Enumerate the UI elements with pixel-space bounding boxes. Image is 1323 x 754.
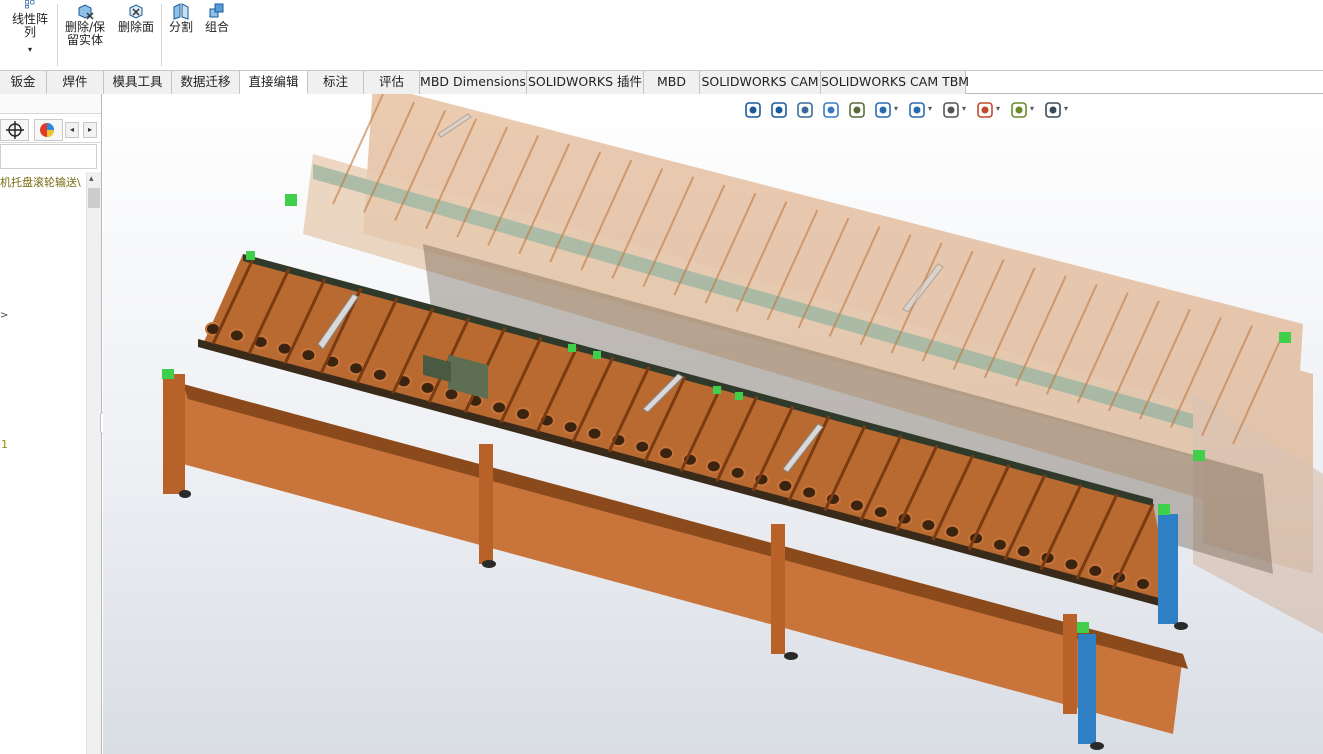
tab-direct-editing[interactable]: 直接编辑 xyxy=(240,71,308,94)
roller xyxy=(729,465,746,480)
appearance-icon xyxy=(40,123,54,137)
combine-button[interactable]: 组合 xyxy=(201,2,233,34)
roller xyxy=(491,400,508,415)
delete-keep-body-label: 删除/保 留实体 xyxy=(64,20,106,47)
linear-pattern-label: 线性阵 列 xyxy=(11,12,48,39)
combine-icon xyxy=(209,3,224,18)
section-view-icon[interactable] xyxy=(821,100,841,120)
dynamic-annotation-icon[interactable] xyxy=(847,100,867,120)
chevron-down-icon[interactable]: ▾ xyxy=(894,104,898,113)
tab-mbd-dimensions[interactable]: MBD Dimensions xyxy=(420,71,527,94)
chevron-down-icon[interactable]: ▾ xyxy=(996,104,1000,113)
zoom-to-fit-icon[interactable] xyxy=(743,100,763,120)
roller xyxy=(991,537,1008,552)
command-ribbon: 线性阵 列 ▾ 删除/保 留实体 删除面 分割 组合 xyxy=(0,0,1323,71)
roller xyxy=(586,426,603,441)
delete-face-button[interactable]: 删除面 xyxy=(114,2,158,34)
roller xyxy=(658,446,675,461)
tab-mold-tools[interactable]: 模具工具 xyxy=(104,71,172,94)
roller xyxy=(634,439,651,454)
roller xyxy=(515,407,531,421)
roller xyxy=(848,498,865,513)
chevron-down-icon[interactable]: ▾ xyxy=(962,104,966,113)
roller xyxy=(1015,544,1032,559)
display-style-icon[interactable] xyxy=(907,100,927,120)
linear-pattern-icon xyxy=(25,0,35,9)
roller xyxy=(944,524,961,539)
scroll-up-icon[interactable]: ▴ xyxy=(89,174,94,184)
roller xyxy=(872,505,889,520)
crosshair-icon xyxy=(6,121,24,139)
edit-appearance-icon[interactable] xyxy=(975,100,995,120)
panel-scroll-left-button[interactable]: ◂ xyxy=(65,122,79,138)
scrollbar-thumb[interactable] xyxy=(88,188,100,208)
appearance-manager-button[interactable] xyxy=(34,119,63,141)
chevron-down-icon[interactable]: ▾ xyxy=(1030,104,1034,113)
roller xyxy=(300,348,317,363)
split-label: 分割 xyxy=(168,20,193,34)
roller xyxy=(1063,557,1080,572)
delete-keep-body-button[interactable]: 删除/保 留实体 xyxy=(62,2,108,47)
panel-scroll-right-button[interactable]: ▸ xyxy=(83,122,97,138)
tree-expand-marker[interactable]: > xyxy=(0,310,8,321)
hide-show-items-icon[interactable] xyxy=(941,100,961,120)
previous-view-icon[interactable] xyxy=(795,100,815,120)
tab-evaluate[interactable]: 评估 xyxy=(364,71,420,94)
roller xyxy=(777,478,794,493)
split-icon xyxy=(173,3,189,20)
roller xyxy=(705,459,722,474)
view-orientation-icon[interactable] xyxy=(873,100,893,120)
conveyor-model[interactable] xyxy=(103,94,1323,754)
tab-weldments[interactable]: 焊件 xyxy=(47,71,104,94)
roller xyxy=(371,367,388,382)
panel-scrollbar[interactable]: ▴ xyxy=(86,172,101,754)
roller xyxy=(562,420,579,435)
chevron-down-icon[interactable]: ▾ xyxy=(928,104,932,113)
roller xyxy=(801,485,818,500)
tab-solidworks-cam[interactable]: SOLIDWORKS CAM xyxy=(700,71,821,94)
apply-scene-icon[interactable] xyxy=(1009,100,1029,120)
view-settings-icon[interactable] xyxy=(1043,100,1063,120)
roller xyxy=(920,518,937,533)
tab-mbd[interactable]: MBD xyxy=(644,71,700,94)
delete-face-icon xyxy=(129,4,143,19)
tree-root-item[interactable]: 机托盘滚轮输送\ xyxy=(0,174,86,190)
combine-label: 组合 xyxy=(204,20,229,34)
command-manager-tabs: 钣金 焊件 模具工具 数据迁移 直接编辑 标注 评估 MBD Dimension… xyxy=(0,71,1323,94)
tab-markup[interactable]: 标注 xyxy=(308,71,364,94)
chevron-down-icon[interactable]: ▾ xyxy=(1064,104,1068,113)
roller xyxy=(1135,577,1151,591)
split-button[interactable]: 分割 xyxy=(165,2,197,34)
tab-solidworks-cam-tbm[interactable]: SOLIDWORKS CAM TBM xyxy=(821,71,969,94)
ribbon-divider xyxy=(57,4,58,66)
roller xyxy=(228,328,245,343)
tab-data-migration[interactable]: 数据迁移 xyxy=(172,71,240,94)
panel-header-strip xyxy=(0,94,101,114)
tab-sheet-metal[interactable]: 钣金 xyxy=(0,71,47,94)
delete-face-label: 删除面 xyxy=(117,20,154,34)
delete-keep-body-icon xyxy=(78,4,94,20)
tab-solidworks-addins[interactable]: SOLIDWORKS 插件 xyxy=(527,71,644,94)
ribbon-divider xyxy=(161,4,162,66)
configuration-manager-button[interactable] xyxy=(0,119,29,141)
tree-filter-input[interactable] xyxy=(0,144,97,169)
panel-toolbar: ◂ ▸ xyxy=(0,117,101,143)
roller xyxy=(1087,563,1104,578)
chevron-down-icon[interactable]: ▾ xyxy=(8,43,52,56)
linear-pattern-button[interactable]: 线性阵 列 ▾ xyxy=(8,0,52,56)
tree-item-number: 1 xyxy=(1,438,8,451)
graphics-viewport[interactable]: ▾ ▾ ▾ ▾ ▾ ▾ xyxy=(103,94,1323,754)
zoom-to-area-icon[interactable] xyxy=(769,100,789,120)
feature-manager-panel: ◂ ▸ 机托盘滚轮输送\ ▴ > 1 xyxy=(0,94,102,754)
